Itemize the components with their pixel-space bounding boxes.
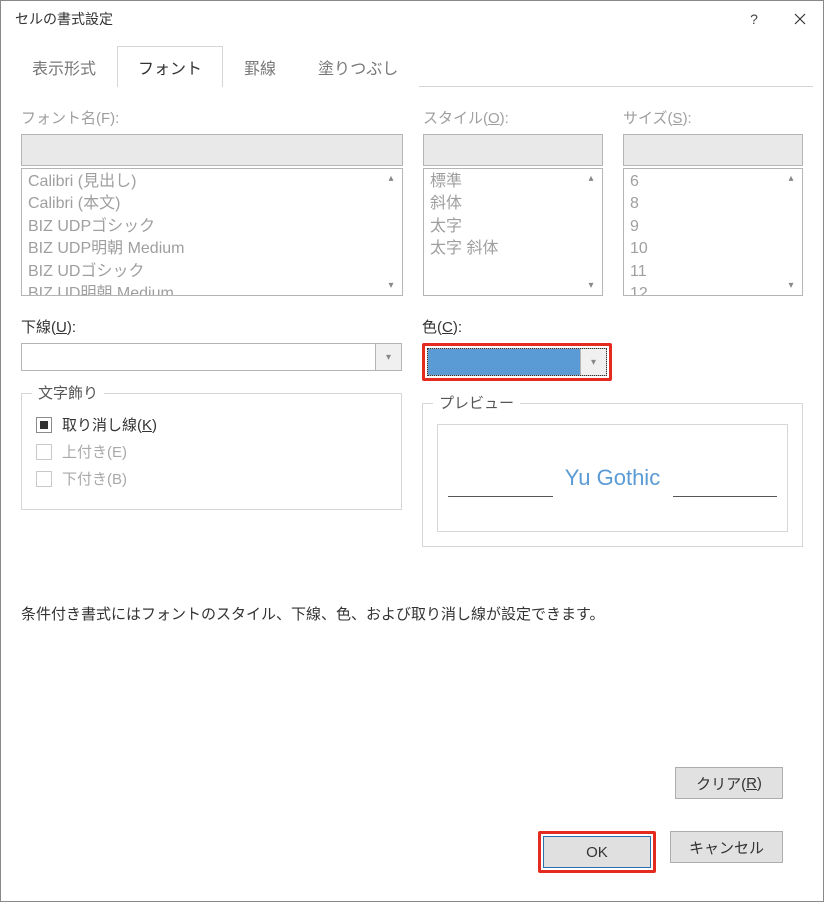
chevron-down-icon: ▾ bbox=[388, 280, 393, 291]
list-item: 太字 bbox=[430, 216, 596, 238]
list-item: BIZ UDPゴシック bbox=[28, 216, 396, 238]
scrollbar: ▴ ▾ bbox=[580, 169, 602, 295]
cancel-button[interactable]: キャンセル bbox=[670, 831, 783, 863]
list-item: BIZ UD明朝 Medium bbox=[28, 283, 396, 296]
tab-border[interactable]: 罫線 bbox=[223, 46, 297, 87]
label-size: サイズ(S): bbox=[623, 107, 803, 128]
label-color: 色(C): bbox=[422, 316, 803, 337]
tab-fill[interactable]: 塗りつぶし bbox=[297, 46, 419, 87]
checkbox-icon bbox=[36, 417, 52, 433]
size-input bbox=[623, 134, 803, 166]
note-text: 条件付き書式にはフォントのスタイル、下線、色、および取り消し線が設定できます。 bbox=[21, 603, 803, 624]
chevron-down-icon: ▾ bbox=[788, 280, 793, 291]
checkbox-icon bbox=[36, 444, 52, 460]
style-input bbox=[423, 134, 603, 166]
chevron-down-icon: ▾ bbox=[591, 357, 596, 368]
font-name-input bbox=[21, 134, 403, 166]
color-swatch bbox=[427, 348, 581, 376]
window-title: セルの書式設定 bbox=[15, 9, 113, 29]
chevron-up-icon: ▴ bbox=[788, 173, 793, 184]
scrollbar: ▴ ▾ bbox=[380, 169, 402, 295]
close-icon[interactable] bbox=[791, 10, 809, 28]
highlight-ok: OK bbox=[538, 831, 656, 873]
effects-group: 文字飾り 取り消し線(K) 上付き(E) 下付き(B) bbox=[21, 393, 402, 510]
list-item: 太字 斜体 bbox=[430, 238, 596, 260]
list-item: 斜体 bbox=[430, 193, 596, 215]
checkbox-superscript: 上付き(E) bbox=[36, 441, 387, 462]
highlight-color: ▾ bbox=[422, 343, 612, 381]
titlebar: セルの書式設定 ? bbox=[1, 1, 823, 37]
tab-number[interactable]: 表示形式 bbox=[11, 46, 117, 87]
list-item: Calibri (見出し) bbox=[28, 171, 396, 193]
list-item: 6 bbox=[630, 171, 796, 193]
chevron-down-icon: ▾ bbox=[386, 352, 391, 363]
list-item: 10 bbox=[630, 238, 796, 260]
clear-button[interactable]: クリア(R) bbox=[675, 767, 783, 799]
label-font-name: フォント名(F): bbox=[21, 107, 403, 128]
checkbox-strike[interactable]: 取り消し線(K) bbox=[36, 414, 387, 435]
scrollbar: ▴ ▾ bbox=[780, 169, 802, 295]
help-icon[interactable]: ? bbox=[745, 10, 763, 28]
preview-box: Yu Gothic bbox=[437, 424, 788, 532]
underline-dropdown[interactable]: ▾ bbox=[21, 343, 402, 371]
list-item: 12 bbox=[630, 283, 796, 296]
tabbar: 表示形式 フォント 罫線 塗りつぶし bbox=[11, 45, 813, 87]
label-underline: 下線(U): bbox=[21, 316, 402, 337]
list-item: BIZ UDP明朝 Medium bbox=[28, 238, 396, 260]
format-cells-dialog: セルの書式設定 ? 表示形式 フォント 罫線 塗りつぶし フォント名(F): C… bbox=[0, 0, 824, 902]
chevron-up-icon: ▴ bbox=[588, 173, 593, 184]
preview-group: プレビュー Yu Gothic bbox=[422, 403, 803, 547]
list-item: 9 bbox=[630, 216, 796, 238]
tab-font[interactable]: フォント bbox=[117, 46, 223, 87]
ok-button[interactable]: OK bbox=[543, 836, 651, 868]
color-dropdown[interactable]: ▾ bbox=[427, 348, 607, 376]
checkbox-icon bbox=[36, 471, 52, 487]
style-list: 標準 斜体 太字 太字 斜体 ▴ ▾ bbox=[423, 168, 603, 296]
list-item: Calibri (本文) bbox=[28, 193, 396, 215]
preview-legend: プレビュー bbox=[433, 392, 520, 413]
effects-legend: 文字飾り bbox=[32, 382, 104, 403]
font-name-list: Calibri (見出し) Calibri (本文) BIZ UDPゴシック B… bbox=[21, 168, 403, 296]
list-item: BIZ UDゴシック bbox=[28, 261, 396, 283]
preview-text: Yu Gothic bbox=[565, 465, 660, 491]
list-item: 11 bbox=[630, 261, 796, 283]
list-item: 標準 bbox=[430, 171, 596, 193]
size-list: 6 8 9 10 11 12 ▴ ▾ bbox=[623, 168, 803, 296]
chevron-down-icon: ▾ bbox=[588, 280, 593, 291]
list-item: 8 bbox=[630, 193, 796, 215]
label-style: スタイル(O): bbox=[423, 107, 603, 128]
chevron-up-icon: ▴ bbox=[388, 173, 393, 184]
checkbox-subscript: 下付き(B) bbox=[36, 468, 387, 489]
